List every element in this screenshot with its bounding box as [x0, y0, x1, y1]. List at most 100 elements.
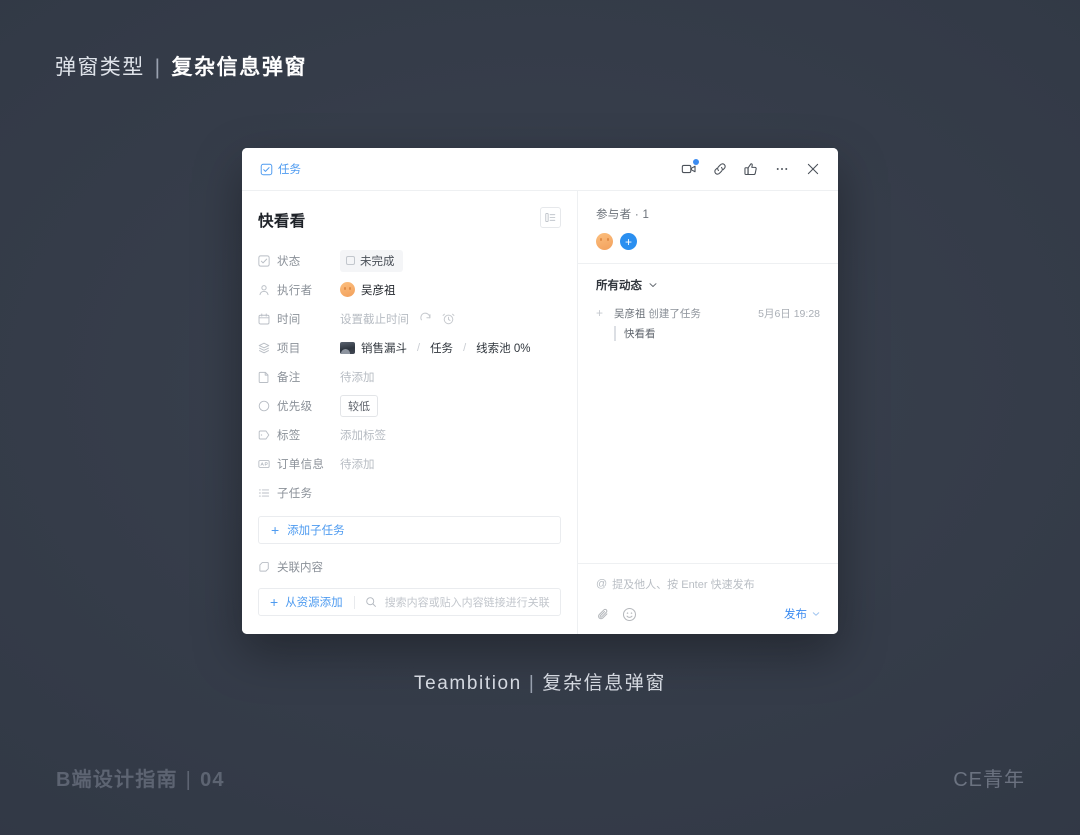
- dialog-header: 任务: [242, 148, 838, 191]
- assignee-name: 吴彦祖: [361, 284, 396, 297]
- task-title-row: 快看看: [258, 207, 561, 231]
- header-actions: [680, 159, 822, 178]
- status-icon: [258, 254, 270, 267]
- tag-placeholder[interactable]: 添加标签: [340, 427, 386, 443]
- plus-icon-resource: +: [270, 594, 279, 610]
- related-content-section: 关联内容: [258, 552, 561, 582]
- field-row-project: 项目 销售漏斗 / 任务 / 线索池 0%: [258, 333, 561, 362]
- due-date-placeholder[interactable]: 设置截止时间: [340, 311, 409, 327]
- subtask-icon: [258, 487, 270, 499]
- field-value-project: 销售漏斗 / 任务 / 线索池 0%: [340, 340, 530, 356]
- order-icon: [258, 458, 270, 470]
- slide-title: 弹窗类型 | 复杂信息弹窗: [55, 51, 307, 81]
- dialog-type-tag[interactable]: 任务: [260, 161, 301, 177]
- field-row-note: 备注 待添加: [258, 362, 561, 391]
- activity-line: 吴彦祖 创建了任务 5月6日 19:28: [614, 306, 820, 321]
- attachment-icon[interactable]: [596, 607, 611, 622]
- slide-caption: Teambition | 复杂信息弹窗: [0, 668, 1080, 695]
- field-name-assignee: 执行者: [277, 284, 313, 297]
- resource-search-field[interactable]: 搜索内容或贴入内容链接进行关联: [355, 594, 560, 610]
- field-name-subtask: 子任务: [277, 487, 313, 500]
- person-icon: [258, 284, 270, 296]
- field-value-time: 设置截止时间: [340, 311, 455, 327]
- field-name-order: 订单信息: [277, 458, 325, 471]
- breadcrumb-item-stage[interactable]: 线索池 0%: [476, 340, 530, 356]
- more-icon[interactable]: [773, 160, 791, 178]
- field-value-status: 未完成: [340, 249, 403, 272]
- mention-icon: @: [596, 578, 608, 590]
- breadcrumb-item-group[interactable]: 任务: [430, 340, 453, 356]
- publish-label: 发布: [784, 609, 807, 621]
- participants-title: 参与者 · 1: [596, 209, 650, 221]
- like-icon[interactable]: [742, 160, 760, 178]
- note-icon: [258, 371, 270, 383]
- field-name-status: 状态: [277, 255, 301, 268]
- field-row-priority: 优先级 较低: [258, 391, 561, 420]
- repeat-icon[interactable]: [419, 312, 432, 325]
- layout-toggle-button[interactable]: [540, 207, 561, 228]
- priority-chip[interactable]: 较低: [340, 394, 378, 417]
- breadcrumb-separator: /: [417, 341, 421, 354]
- expand-icon[interactable]: +: [596, 306, 605, 320]
- layout-icon: [545, 212, 556, 223]
- task-type-label: 任务: [278, 164, 301, 176]
- avatar[interactable]: [596, 233, 613, 250]
- add-subtask-button[interactable]: + 添加子任务: [258, 516, 561, 544]
- comment-placeholder: 提及他人、按 Enter 快速发布: [612, 579, 755, 591]
- task-detail-dialog: 任务 快看看 状态 未完成 执行者 吴彦祖 时间 设置截止时间 项目 销售漏斗 …: [242, 148, 838, 634]
- checkbox-icon: [346, 256, 355, 265]
- related-content-icon: [258, 561, 270, 573]
- footer-left: B端设计指南 | 04: [56, 763, 225, 792]
- footer-page-number: 04: [200, 769, 225, 791]
- caret-down-icon[interactable]: [812, 610, 820, 618]
- caption-product: Teambition: [413, 673, 522, 694]
- status-chip[interactable]: 未完成: [340, 249, 403, 272]
- field-name-time: 时间: [277, 313, 301, 326]
- plus-icon: +: [271, 522, 280, 538]
- dialog-body: 快看看 状态 未完成 执行者 吴彦祖 时间 设置截止时间 项目 销售漏斗 / 任…: [242, 191, 838, 634]
- field-name-note: 备注: [277, 371, 301, 384]
- circle-icon: [258, 400, 270, 412]
- footer-brand: CE青年: [953, 769, 1025, 791]
- calendar-icon: [258, 313, 270, 325]
- add-from-resource-button[interactable]: + 从资源添加: [259, 594, 354, 610]
- add-from-resource-label: 从资源添加: [285, 597, 343, 609]
- task-detail-pane: 快看看 状态 未完成 执行者 吴彦祖 时间 设置截止时间 项目 销售漏斗 / 任…: [242, 191, 578, 634]
- activity-actor: 吴彦祖: [614, 308, 646, 320]
- caption-separator: |: [528, 673, 536, 694]
- field-label-project: 项目: [258, 340, 340, 356]
- close-icon[interactable]: [804, 160, 822, 178]
- field-row-status: 状态 未完成: [258, 246, 561, 275]
- comment-input[interactable]: @ 提及他人、按 Enter 快速发布: [596, 576, 820, 592]
- note-placeholder[interactable]: 待添加: [340, 369, 375, 385]
- breadcrumb-item-project[interactable]: 销售漏斗: [361, 340, 407, 356]
- footer-separator: |: [185, 769, 193, 791]
- order-placeholder[interactable]: 待添加: [340, 456, 375, 472]
- activity-filter[interactable]: 所有动态: [578, 264, 838, 293]
- field-row-tag: 标签 添加标签: [258, 420, 561, 449]
- field-value-assignee[interactable]: 吴彦祖: [340, 282, 396, 298]
- avatar: [340, 282, 355, 297]
- task-title[interactable]: 快看看: [258, 207, 306, 231]
- add-participant-button[interactable]: +: [620, 233, 637, 250]
- activity-action: 创建了任务: [648, 308, 701, 320]
- resource-search-placeholder: 搜索内容或贴入内容链接进行关联: [384, 597, 550, 609]
- related-content-label: 关联内容: [277, 562, 323, 574]
- field-value-order: 待添加: [340, 456, 375, 472]
- footer-series-title: B端设计指南: [56, 769, 178, 791]
- project-thumbnail-icon: [340, 341, 355, 354]
- activity-item: + 吴彦祖 创建了任务 5月6日 19:28 快看看: [596, 306, 820, 341]
- status-chip-label: 未完成: [360, 255, 395, 268]
- notification-dot: [693, 159, 699, 165]
- meeting-icon[interactable]: [680, 159, 699, 178]
- participants-section: 参与者 · 1 +: [578, 191, 838, 264]
- field-label-time: 时间: [258, 311, 340, 327]
- publish-button[interactable]: 发布: [784, 606, 820, 622]
- reminder-icon[interactable]: [442, 312, 455, 325]
- emoji-icon[interactable]: [622, 607, 637, 622]
- task-type-icon: [260, 163, 273, 176]
- field-label-note: 备注: [258, 369, 340, 385]
- link-icon[interactable]: [711, 160, 729, 178]
- task-fields: 状态 未完成 执行者 吴彦祖 时间 设置截止时间 项目 销售漏斗 / 任务 / …: [258, 246, 561, 507]
- comment-box: @ 提及他人、按 Enter 快速发布 发布: [578, 563, 838, 634]
